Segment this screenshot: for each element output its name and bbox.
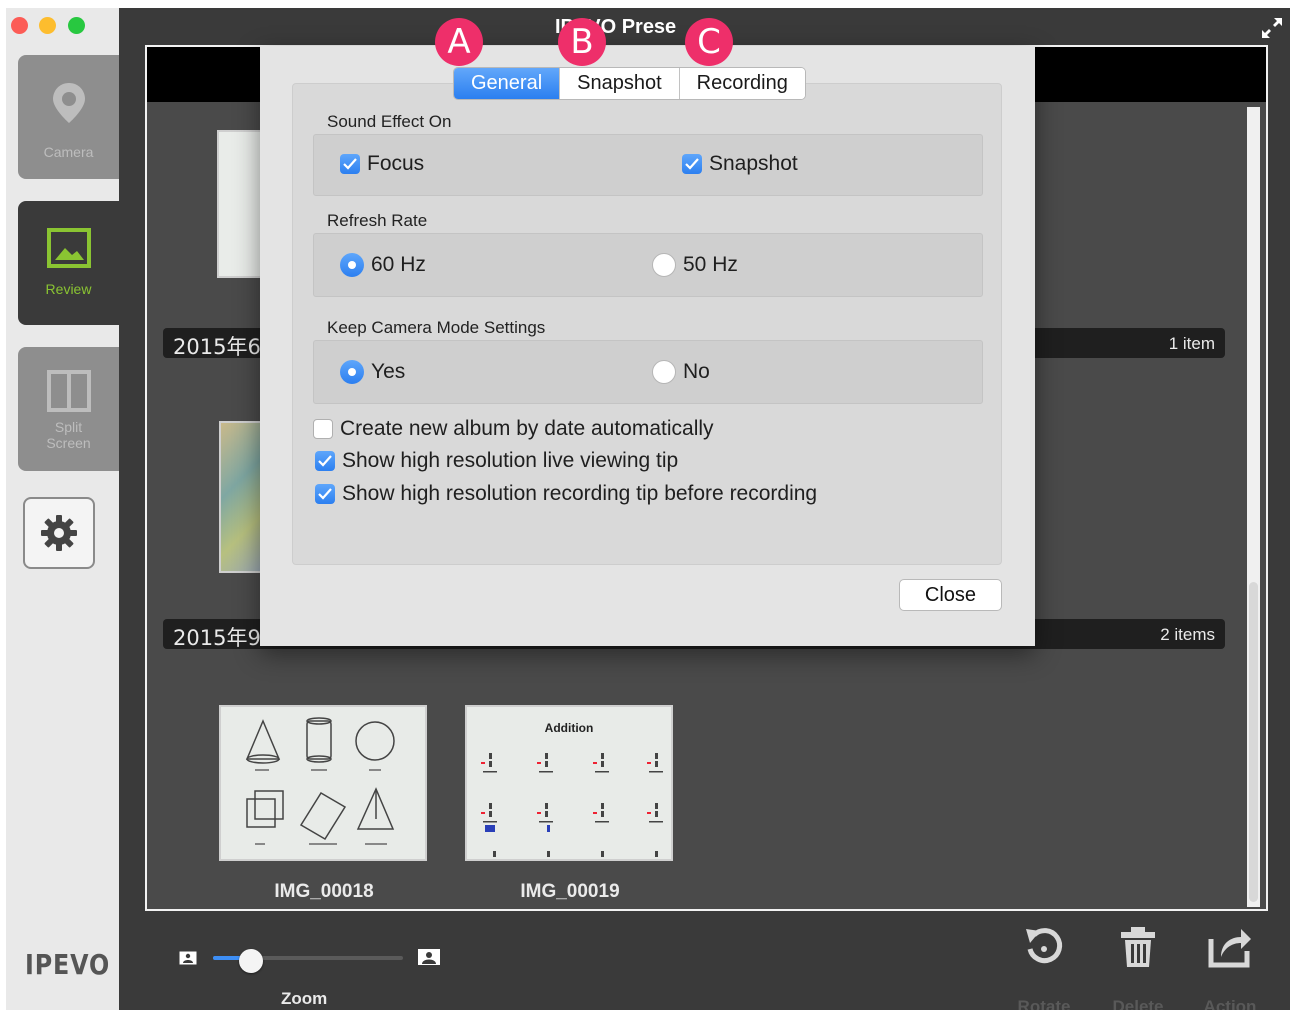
image-icon	[46, 228, 91, 268]
checkbox-checked-icon	[315, 451, 335, 471]
map-thumbnail[interactable]	[219, 421, 265, 573]
preferences-dialog: General Snapshot Recording Sound Effect …	[260, 46, 1035, 646]
checkbox-label: Create new album by date automatically	[340, 417, 714, 440]
snapshot-sound-checkbox[interactable]: Snapshot	[682, 152, 798, 176]
sidebar-item-label: Split	[54, 419, 83, 435]
checkbox-label: Focus	[367, 152, 425, 175]
image-thumbnail[interactable]: Addition	[465, 705, 673, 861]
recording-tip-checkbox[interactable]: Show high resolution recording tip befor…	[315, 482, 817, 506]
close-window-button[interactable]	[11, 17, 28, 34]
focus-checkbox[interactable]: Focus	[340, 152, 424, 176]
radio-unselected-icon	[652, 360, 676, 384]
checkbox-label: Show high resolution recording tip befor…	[342, 482, 818, 505]
bottom-toolbar: Zoom Rotate Delete Action	[119, 911, 1290, 1010]
tool-label: Rotate	[1017, 997, 1071, 1010]
rotate-icon	[1026, 928, 1063, 964]
checkbox-label: Snapshot	[709, 152, 798, 175]
sidebar-item-camera[interactable]: Camera	[18, 55, 119, 179]
tab-general[interactable]: General	[454, 68, 561, 99]
brand-logo: IPEVO	[25, 948, 111, 981]
action-button[interactable]: Action	[1190, 925, 1270, 1010]
location-pin-icon	[52, 83, 85, 123]
date-group-count: 2 items	[1160, 625, 1215, 644]
radio-label: 50 Hz	[683, 253, 738, 276]
tool-label: Action	[1203, 997, 1257, 1010]
sound-effect-title: Sound Effect On	[327, 112, 452, 131]
sidebar-item-label: Screen	[46, 435, 91, 451]
annotation-badge-c: C	[685, 18, 733, 66]
keep-camera-title: Keep Camera Mode Settings	[327, 318, 546, 337]
fullscreen-icon[interactable]	[1260, 16, 1284, 40]
rotate-button[interactable]: Rotate	[1004, 925, 1084, 1010]
thumbnail-label: IMG_00019	[520, 881, 620, 902]
split-screen-icon	[46, 370, 91, 412]
tab-snapshot[interactable]: Snapshot	[560, 68, 680, 99]
date-group-label: 2015年9	[173, 626, 261, 650]
zoom-in-icon[interactable]	[417, 948, 441, 966]
minimize-window-button[interactable]	[39, 17, 56, 34]
zoom-window-button[interactable]	[68, 17, 85, 34]
checkbox-label: Show high resolution live viewing tip	[342, 449, 679, 472]
image-thumbnail[interactable]	[219, 705, 427, 861]
checkbox-unchecked-icon	[313, 419, 333, 439]
tab-recording[interactable]: Recording	[679, 68, 805, 99]
radio-selected-icon	[340, 253, 364, 277]
keep-camera-yes-radio[interactable]: Yes	[340, 360, 405, 384]
thumbnail-heading: Addition	[544, 721, 594, 735]
refresh-rate-title: Refresh Rate	[327, 211, 428, 230]
sidebar: Camera Review Split Screen IPEVO	[6, 8, 119, 1010]
radio-unselected-icon	[652, 253, 676, 277]
close-button[interactable]: Close	[899, 579, 1002, 611]
scrollbar-thumb[interactable]	[1249, 582, 1258, 902]
radio-label: 60 Hz	[371, 253, 426, 276]
shapes-preview-icon	[245, 717, 395, 845]
tab-bar: General Snapshot Recording	[453, 67, 806, 100]
sidebar-item-review[interactable]: Review	[18, 201, 119, 325]
date-group-label: 2015年6	[173, 335, 261, 359]
checkbox-checked-icon	[340, 154, 360, 174]
checkbox-checked-icon	[682, 154, 702, 174]
gear-icon	[41, 515, 77, 551]
addition-worksheet-icon	[481, 753, 663, 857]
zoom-out-icon[interactable]	[179, 951, 197, 965]
radio-label: No	[683, 360, 710, 383]
thumbnail-label: IMG_00018	[274, 881, 374, 902]
date-group-count: 1 item	[1168, 334, 1215, 353]
radio-label: Yes	[371, 360, 406, 383]
keep-camera-group: Yes No	[313, 340, 983, 404]
trash-icon	[1121, 927, 1155, 967]
thumbnail-partial[interactable]	[217, 130, 265, 278]
keep-camera-no-radio[interactable]: No	[652, 360, 710, 384]
annotation-badge-a: A	[435, 18, 483, 66]
share-icon	[1208, 929, 1251, 968]
sidebar-item-label: Camera	[43, 144, 94, 160]
sound-effect-group: Focus Snapshot	[313, 134, 983, 196]
checkbox-checked-icon	[315, 484, 335, 504]
live-view-tip-checkbox[interactable]: Show high resolution live viewing tip	[315, 449, 678, 473]
general-settings-panel: Sound Effect On Focus Snapshot Refresh R…	[292, 83, 1002, 565]
settings-button[interactable]	[23, 497, 95, 569]
sidebar-item-split-screen[interactable]: Split Screen	[18, 347, 119, 471]
zoom-slider-thumb[interactable]	[239, 949, 263, 973]
refresh-60hz-radio[interactable]: 60 Hz	[340, 253, 426, 277]
sidebar-item-label: Review	[45, 281, 92, 297]
auto-album-checkbox[interactable]: Create new album by date automatically	[313, 417, 714, 441]
tool-label: Delete	[1112, 997, 1164, 1010]
zoom-label: Zoom	[281, 989, 328, 1008]
delete-button[interactable]: Delete	[1098, 925, 1178, 1010]
annotation-badge-b: B	[558, 18, 606, 66]
refresh-rate-group: 60 Hz 50 Hz	[313, 233, 983, 297]
refresh-50hz-radio[interactable]: 50 Hz	[652, 253, 738, 277]
radio-selected-icon	[340, 360, 364, 384]
